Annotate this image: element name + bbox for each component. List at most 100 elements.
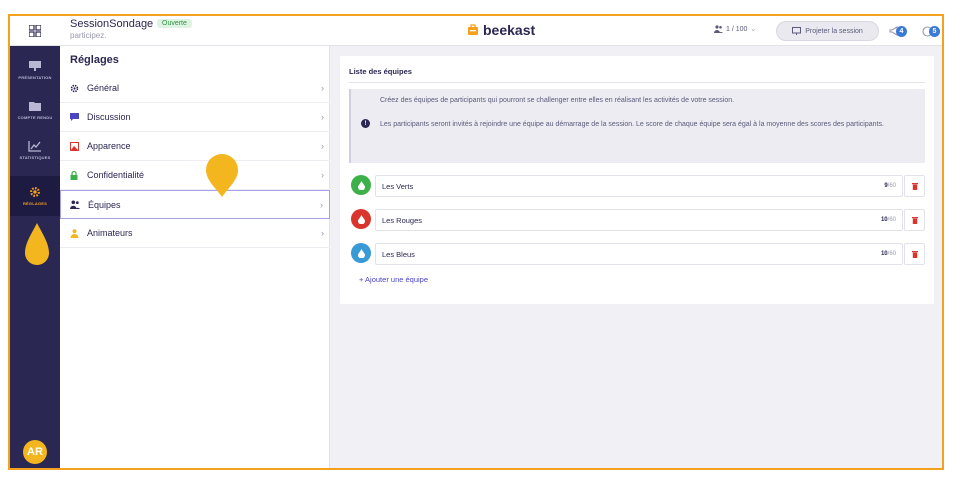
settings-title: Réglages	[70, 54, 119, 66]
drop-icon	[357, 214, 365, 224]
chevron-down-icon: ⌄	[750, 26, 757, 33]
nav-label: STATISTIQUES	[19, 155, 51, 160]
chevron-right-icon: ›	[321, 170, 324, 180]
users-icon	[714, 25, 723, 33]
team-row: Les Verts 9/60	[351, 175, 925, 199]
chat-icon	[68, 113, 80, 121]
lock-icon	[68, 170, 80, 180]
settings-item-label: Général	[87, 83, 120, 93]
project-session-label: Projeter la session	[805, 27, 863, 35]
settings-panel: Réglages Général › Discussion › Apparenc…	[60, 46, 330, 468]
team-color-icon[interactable]	[351, 209, 371, 229]
team-score-max: /60	[887, 183, 896, 189]
nav-item-presentation[interactable]: PRÉSENTATION	[10, 50, 60, 90]
main-content: Liste des équipes Créez des équipes de p…	[330, 46, 942, 468]
team-score-max: /60	[887, 217, 896, 223]
settings-item-label: Apparence	[87, 141, 131, 151]
nav-item-statistics[interactable]: STATISTIQUES	[10, 130, 60, 170]
session-status-badge: Ouverte	[157, 19, 192, 28]
project-session-button[interactable]: Projeter la session	[776, 21, 879, 41]
info-box: Créez des équipes de participants qui po…	[349, 89, 925, 163]
settings-menu: Général › Discussion › Apparence › Confi…	[60, 74, 330, 248]
nav-label: COMPTE RENDU	[17, 115, 53, 120]
nav-rail: PRÉSENTATION COMPTE RENDU STATISTIQUES R…	[10, 16, 60, 468]
team-score: 9/60	[884, 183, 896, 189]
help-button[interactable]: 5	[922, 23, 940, 39]
settings-item-label: Animateurs	[87, 228, 133, 238]
person-icon	[68, 228, 80, 238]
divider	[349, 82, 925, 83]
delete-team-button[interactable]	[904, 175, 925, 197]
brand-name: beekast	[483, 22, 536, 38]
session-code: participez.	[70, 31, 107, 40]
session-name: SessionSondage	[70, 18, 154, 30]
delete-team-button[interactable]	[904, 243, 925, 265]
teams-title: Liste des équipes	[349, 67, 412, 76]
team-score-max: /60	[887, 251, 896, 257]
users-icon	[69, 200, 81, 209]
team-score-value: 10	[880, 217, 888, 223]
screen-icon	[792, 27, 802, 35]
gear-icon	[30, 187, 40, 197]
notifications-button[interactable]: 4	[889, 23, 907, 39]
help-badge: 5	[929, 25, 940, 37]
grid-icon	[29, 24, 41, 37]
chevron-right-icon: ›	[321, 112, 324, 122]
settings-item-label: Confidentialité	[87, 170, 145, 180]
team-score: 10/60	[881, 251, 896, 257]
presentation-icon	[29, 61, 41, 71]
add-team-link[interactable]: + Ajouter une équipe	[359, 275, 428, 284]
brand-logo: beekast	[467, 22, 535, 38]
trash-icon	[911, 251, 918, 258]
team-name-field[interactable]: Les Rouges 10/60	[375, 209, 903, 231]
notifications-badge: 4	[896, 25, 907, 37]
team-color-icon[interactable]	[351, 243, 371, 263]
drop-icon	[357, 180, 365, 190]
hotspot-marker-icon	[206, 154, 238, 197]
settings-item-discussion[interactable]: Discussion ›	[60, 103, 330, 132]
settings-item-label: Discussion	[87, 112, 131, 122]
hotspot-marker-icon	[25, 223, 49, 265]
chevron-right-icon: ›	[320, 200, 323, 210]
image-icon	[68, 141, 80, 151]
settings-item-privacy[interactable]: Confidentialité ›	[60, 161, 330, 190]
chevron-right-icon: ›	[321, 141, 324, 151]
nav-label: PRÉSENTATION	[18, 75, 52, 80]
delete-team-button[interactable]	[904, 209, 925, 231]
team-name-field[interactable]: Les Verts 9/60	[375, 175, 903, 197]
info-text-score: Les participants seront invités à rejoin…	[380, 121, 884, 128]
header: SessionSondage Ouverte participez. beeka…	[60, 16, 942, 46]
trash-icon	[911, 217, 918, 224]
avatar[interactable]: AR	[23, 440, 47, 464]
team-row: Les Bleus 10/60	[351, 243, 925, 267]
beekast-logo-icon	[468, 24, 478, 35]
info-icon: !	[361, 119, 370, 128]
team-score: 10/60	[881, 217, 896, 223]
participants-count: 1 / 100	[726, 25, 748, 33]
app-window: PRÉSENTATION COMPTE RENDU STATISTIQUES R…	[8, 14, 944, 470]
team-name: Les Rouges	[382, 216, 423, 225]
team-score-value: 10	[880, 251, 888, 257]
team-color-icon[interactable]	[351, 175, 371, 195]
team-name: Les Bleus	[382, 250, 415, 259]
nav-label: RÉGLAGES	[22, 201, 48, 206]
settings-item-hosts[interactable]: Animateurs ›	[60, 219, 330, 248]
team-name: Les Verts	[382, 182, 414, 191]
folder-icon	[29, 102, 41, 111]
team-row: Les Rouges 10/60	[351, 209, 925, 233]
settings-item-teams[interactable]: Équipes ›	[60, 190, 330, 219]
team-name-field[interactable]: Les Bleus 10/60	[375, 243, 903, 265]
nav-item-settings[interactable]: RÉGLAGES	[10, 176, 60, 216]
apps-grid-button[interactable]	[10, 16, 60, 46]
settings-item-appearance[interactable]: Apparence ›	[60, 132, 330, 161]
teams-card: Liste des équipes Créez des équipes de p…	[340, 56, 934, 304]
gear-icon	[68, 84, 80, 93]
participants-counter[interactable]: 1 / 100 ⌄	[714, 25, 756, 33]
trash-icon	[911, 183, 918, 190]
settings-item-label: Équipes	[88, 199, 121, 210]
chevron-right-icon: ›	[321, 83, 324, 93]
info-text-create: Créez des équipes de participants qui po…	[380, 97, 735, 104]
drop-icon	[357, 248, 365, 258]
nav-item-report[interactable]: COMPTE RENDU	[10, 90, 60, 130]
settings-item-general[interactable]: Général ›	[60, 74, 330, 103]
